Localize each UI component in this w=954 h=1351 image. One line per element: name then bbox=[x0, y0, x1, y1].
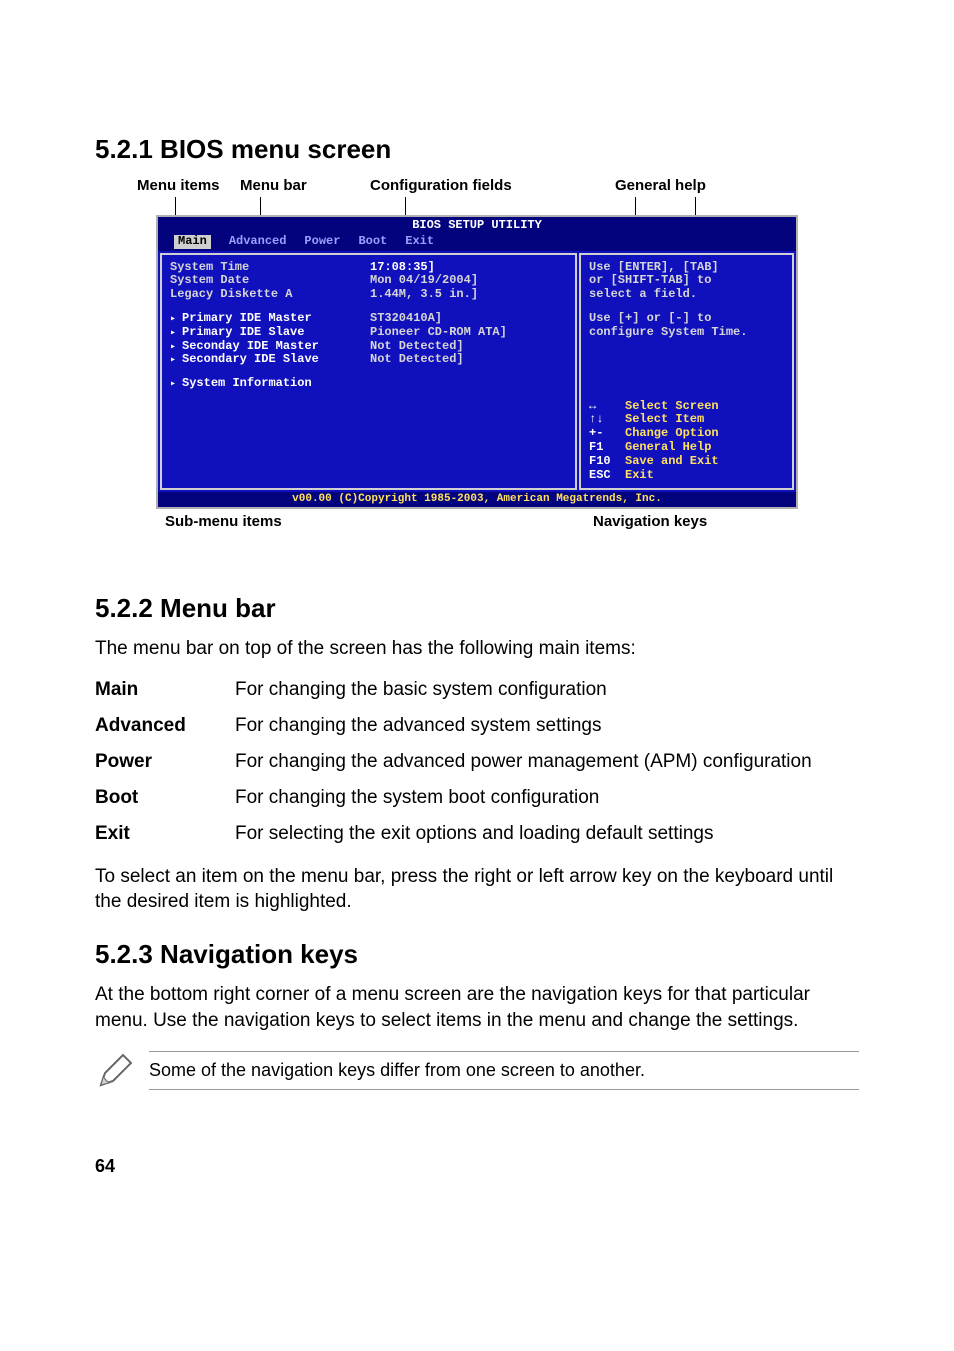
bios-footer: v00.00 (C)Copyright 1985-2003, American … bbox=[158, 492, 796, 507]
section-heading-522: 5.2.2 Menu bar bbox=[95, 593, 859, 624]
help-line: or [SHIFT-TAB] to bbox=[589, 274, 784, 288]
term-power: Power bbox=[95, 744, 235, 780]
bios-nav-keys: ↔Select Screen ↑↓Select Item +-Change Op… bbox=[589, 400, 784, 483]
value-diskette: 1.44M, 3.5 in.] bbox=[370, 288, 507, 302]
section-522-outro: To select an item on the menu bar, press… bbox=[95, 864, 859, 915]
key-esc: ESC bbox=[589, 469, 625, 483]
label-sub-menu-items: Sub-menu items bbox=[165, 513, 282, 530]
key-desc: General Help bbox=[625, 440, 711, 454]
section-522-intro: The menu bar on top of the screen has th… bbox=[95, 636, 859, 662]
section-523-body: At the bottom right corner of a menu scr… bbox=[95, 982, 859, 1033]
bios-menu-bar: Main Advanced Power Boot Exit bbox=[158, 233, 796, 251]
help-line: Use [ENTER], [TAB] bbox=[589, 261, 784, 275]
pencil-note-icon bbox=[95, 1051, 135, 1096]
value-date: Mon 04/19/2004] bbox=[370, 274, 507, 288]
section-heading-521: 5.2.1 BIOS menu screen bbox=[95, 134, 859, 165]
item-primary-ide-slave[interactable]: Primary IDE Slave bbox=[170, 326, 370, 340]
item-legacy-diskette[interactable]: Legacy Diskette A bbox=[170, 288, 370, 302]
page-number: 64 bbox=[95, 1156, 859, 1177]
item-system-information[interactable]: System Information bbox=[170, 377, 370, 391]
key-ud: ↑↓ bbox=[589, 413, 625, 427]
item-system-time[interactable]: System Time bbox=[170, 261, 370, 275]
bios-tab-exit[interactable]: Exit bbox=[405, 235, 434, 249]
key-desc: Change Option bbox=[625, 426, 719, 440]
note-text: Some of the navigation keys differ from … bbox=[149, 1051, 859, 1090]
item-system-date[interactable]: System Date bbox=[170, 274, 370, 288]
desc-power: For changing the advanced power manageme… bbox=[235, 744, 812, 780]
key-f1: F1 bbox=[589, 441, 625, 455]
label-navigation-keys: Navigation keys bbox=[593, 513, 707, 530]
bios-help-panel: Use [ENTER], [TAB] or [SHIFT-TAB] to sel… bbox=[579, 253, 794, 491]
desc-main: For changing the basic system configurat… bbox=[235, 672, 812, 708]
term-boot: Boot bbox=[95, 780, 235, 816]
help-line: Use [+] or [-] to bbox=[589, 312, 784, 326]
key-desc: Select Item bbox=[625, 412, 704, 426]
value-time: 17:08:35] bbox=[370, 261, 507, 275]
value-sem: Not Detected] bbox=[370, 340, 507, 354]
label-config-fields: Configuration fields bbox=[370, 177, 512, 194]
key-f10: F10 bbox=[589, 455, 625, 469]
bios-tab-main[interactable]: Main bbox=[174, 235, 211, 249]
term-exit: Exit bbox=[95, 816, 235, 852]
value-pis: Pioneer CD-ROM ATA] bbox=[370, 326, 507, 340]
note-callout: Some of the navigation keys differ from … bbox=[95, 1051, 859, 1096]
item-primary-ide-master[interactable]: Primary IDE Master bbox=[170, 312, 370, 326]
term-main: Main bbox=[95, 672, 235, 708]
help-line: select a field. bbox=[589, 288, 784, 302]
key-desc: Exit bbox=[625, 468, 654, 482]
label-menu-items: Menu items bbox=[137, 177, 220, 194]
bios-tab-power[interactable]: Power bbox=[304, 235, 340, 249]
term-advanced: Advanced bbox=[95, 708, 235, 744]
desc-exit: For selecting the exit options and loadi… bbox=[235, 816, 812, 852]
label-general-help: General help bbox=[615, 177, 706, 194]
value-ses: Not Detected] bbox=[370, 353, 507, 367]
item-secondary-ide-master[interactable]: Seconday IDE Master bbox=[170, 340, 370, 354]
section-heading-523: 5.2.3 Navigation keys bbox=[95, 939, 859, 970]
key-pm: +- bbox=[589, 427, 625, 441]
bios-tab-boot[interactable]: Boot bbox=[358, 235, 387, 249]
menu-bar-definitions: MainFor changing the basic system config… bbox=[95, 672, 812, 852]
bios-left-panel: System Time System Date Legacy Diskette … bbox=[160, 253, 577, 491]
label-menu-bar: Menu bar bbox=[240, 177, 307, 194]
bios-screenshot: BIOS SETUP UTILITY Main Advanced Power B… bbox=[156, 215, 798, 509]
bios-title: BIOS SETUP UTILITY bbox=[158, 217, 796, 233]
desc-advanced: For changing the advanced system setting… bbox=[235, 708, 812, 744]
key-lr: ↔ bbox=[589, 400, 625, 414]
diagram-bottom-labels: Sub-menu items Navigation keys bbox=[95, 513, 859, 533]
key-desc: Save and Exit bbox=[625, 454, 719, 468]
bios-tab-advanced[interactable]: Advanced bbox=[229, 235, 287, 249]
desc-boot: For changing the system boot configurati… bbox=[235, 780, 812, 816]
value-pim: ST320410A] bbox=[370, 312, 507, 326]
help-line: configure System Time. bbox=[589, 326, 784, 340]
diagram-top-labels: Menu items Menu bar Configuration fields… bbox=[95, 177, 859, 215]
key-desc: Select Screen bbox=[625, 399, 719, 413]
item-secondary-ide-slave[interactable]: Secondary IDE Slave bbox=[170, 353, 370, 367]
